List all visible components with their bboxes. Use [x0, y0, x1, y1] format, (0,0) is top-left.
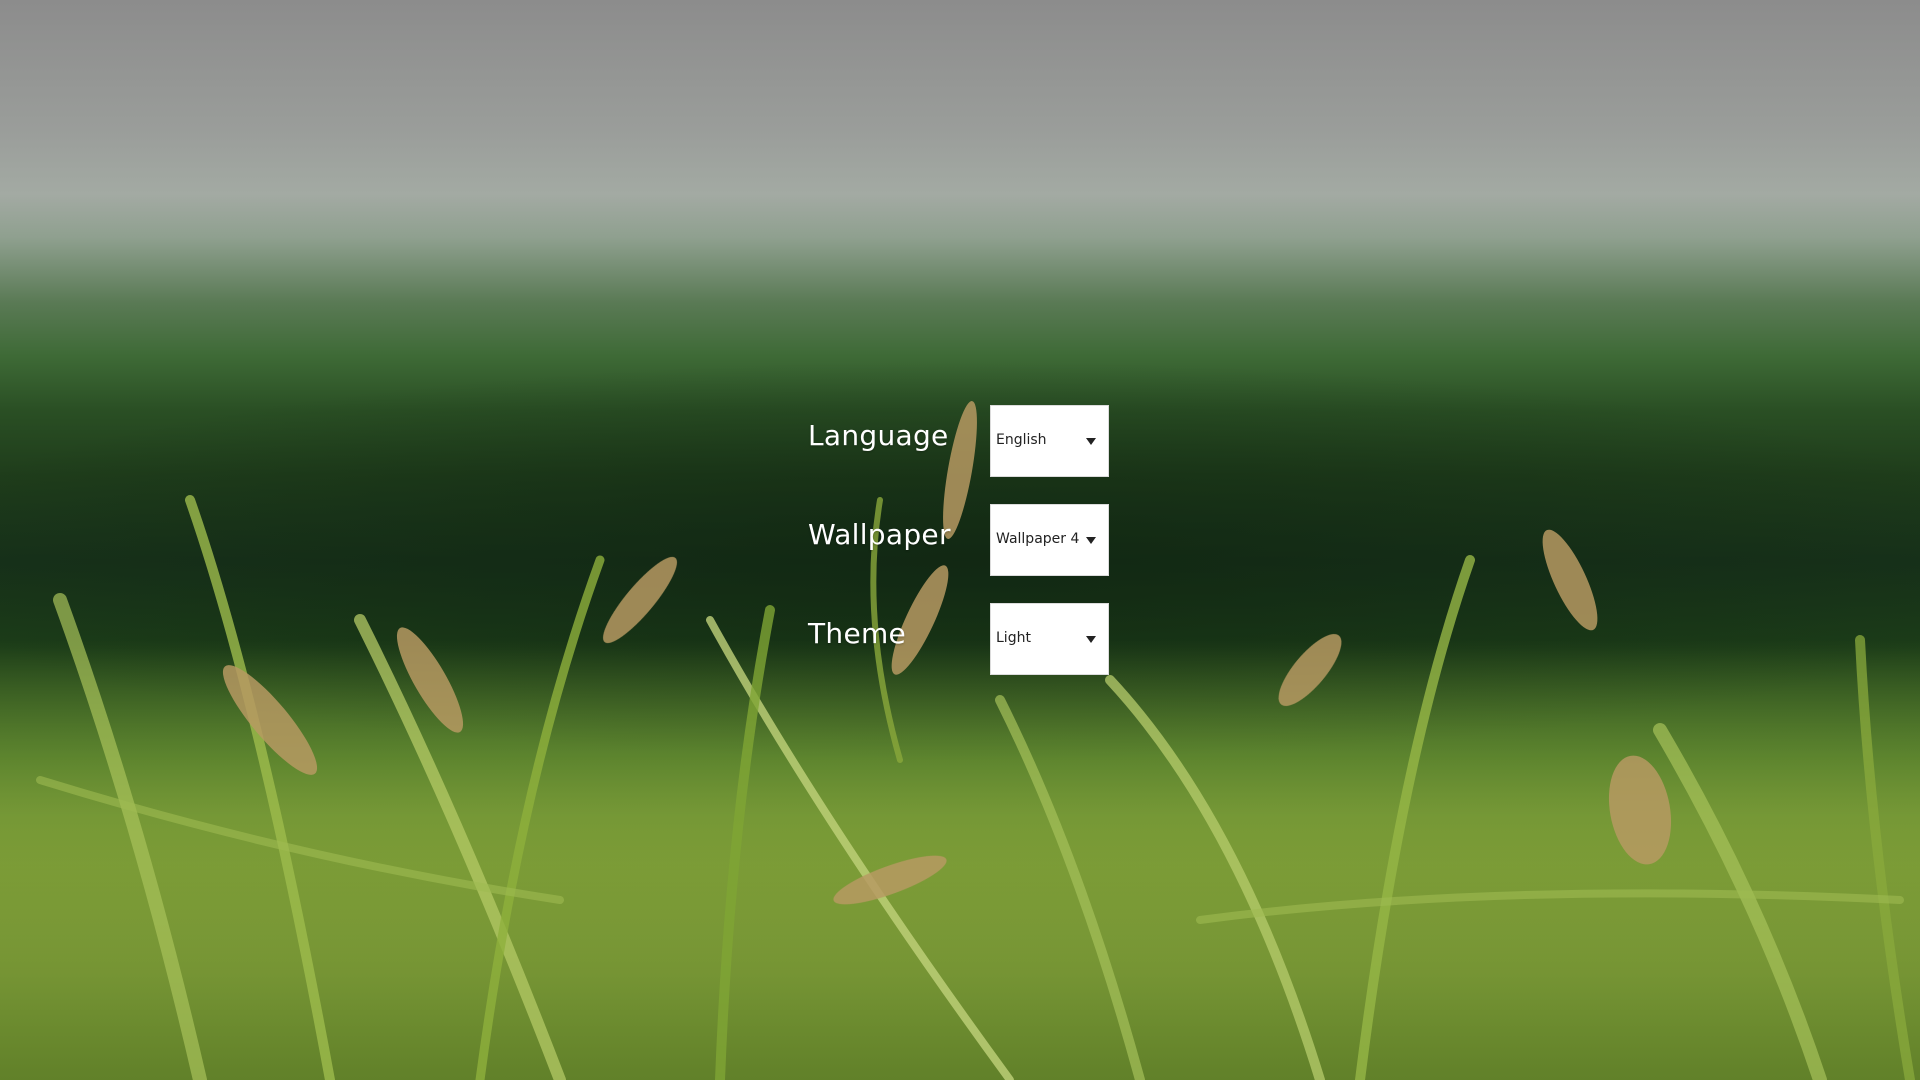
language-label: Language — [808, 419, 949, 452]
language-select[interactable]: English — [990, 405, 1109, 477]
chevron-down-icon — [1086, 438, 1096, 445]
theme-label: Theme — [808, 617, 907, 650]
theme-setting-row: Theme Light — [808, 603, 1109, 675]
settings-panel: Language English Wallpaper Wallpaper 4 T… — [808, 405, 1109, 702]
theme-select-value: Light — [996, 630, 1031, 646]
chevron-down-icon — [1086, 636, 1096, 643]
language-select-value: English — [996, 432, 1047, 448]
wallpaper-setting-row: Wallpaper Wallpaper 4 — [808, 504, 1109, 576]
theme-select[interactable]: Light — [990, 603, 1109, 675]
wallpaper-label: Wallpaper — [808, 518, 951, 551]
wallpaper-select[interactable]: Wallpaper 4 — [990, 504, 1109, 576]
language-setting-row: Language English — [808, 405, 1109, 477]
chevron-down-icon — [1086, 537, 1096, 544]
wallpaper-select-value: Wallpaper 4 — [996, 531, 1080, 547]
